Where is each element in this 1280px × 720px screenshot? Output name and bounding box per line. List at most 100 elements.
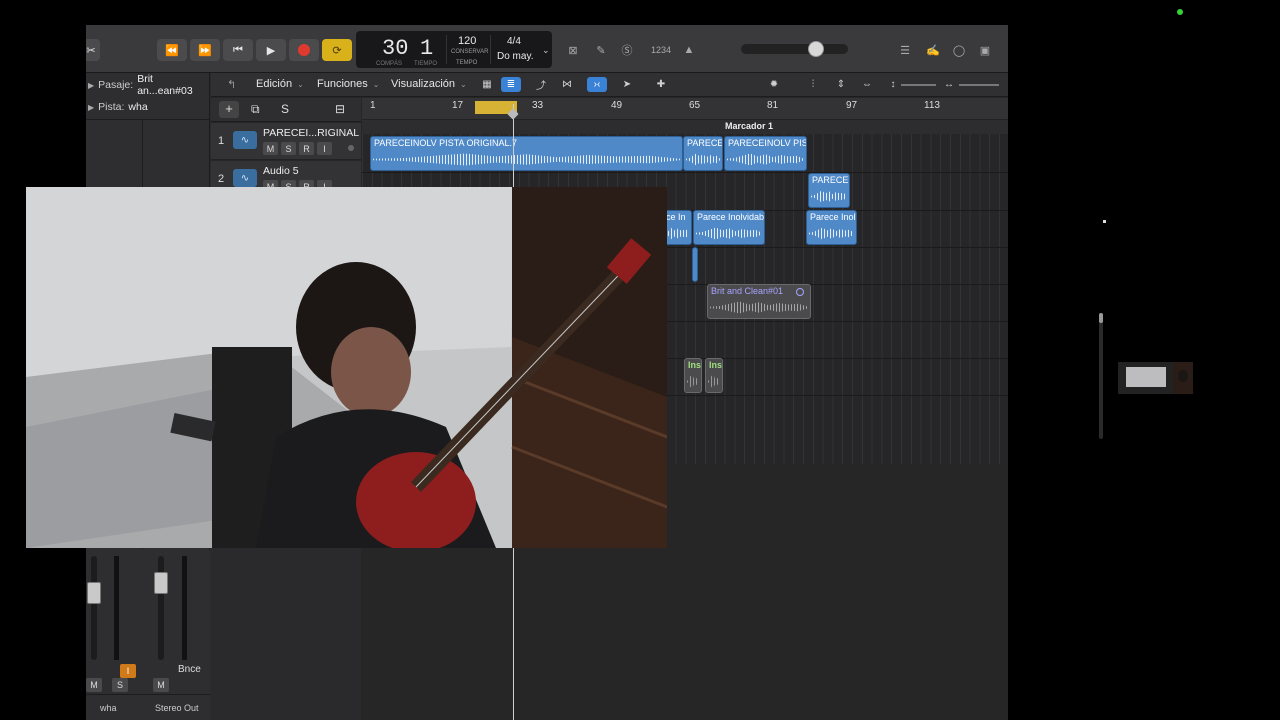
pencil-icon[interactable]: ✎	[590, 39, 612, 61]
duplicate-track-icon[interactable]: ⧉	[251, 101, 269, 118]
region-name: Parece Inolvidab	[697, 212, 765, 222]
audio-region[interactable]: PARECEINOLV PIST	[724, 136, 807, 171]
add-track-button[interactable]: +	[219, 101, 239, 118]
vertical-zoom-slider[interactable]	[901, 84, 936, 86]
fader-handle-stereo-out[interactable]	[154, 572, 168, 594]
bar-label: COMPÁS	[376, 61, 403, 67]
thumbnail-frame	[1178, 370, 1188, 382]
side-scrollbar-handle[interactable]	[1099, 313, 1103, 323]
solo-button-wha[interactable]: S	[112, 678, 128, 692]
audio-region[interactable]: PARECEINOLV PISTA ORIGINAL.7	[370, 136, 683, 171]
input-monitor-button[interactable]: I	[317, 142, 332, 155]
waveform	[727, 153, 804, 166]
vertical-zoom-icon[interactable]: ⇕	[831, 77, 851, 92]
region-name: Ins	[688, 360, 702, 370]
timeline-ruler[interactable]: 1 17 33 49 65 81 97 113	[362, 98, 1008, 120]
back-arrow-icon[interactable]: ↰	[227, 78, 236, 91]
track-header-1[interactable]: 1 ∿ PARECEI...RIGINAL M S R I	[211, 123, 361, 160]
chevron-down-icon[interactable]: ⌄	[542, 45, 550, 56]
lcd-display[interactable]: 30 1 COMPÁS TIEMPO 120 CONSERVAR TEMPO 4…	[356, 31, 552, 68]
side-scrollbar[interactable]	[1099, 313, 1103, 439]
marker-1[interactable]: Marcador 1	[725, 121, 773, 131]
vertical-resize-icon[interactable]: ↕	[883, 77, 903, 92]
menu-view[interactable]: Visualización ⌄	[391, 78, 467, 90]
audio-region[interactable]: Ins	[705, 358, 723, 393]
solo-button[interactable]: S	[281, 142, 296, 155]
horizontal-zoom-icon[interactable]: ⇔	[857, 77, 877, 92]
channel-strips: I Bnce M S M wha Stereo Out	[86, 550, 210, 720]
metronome-icon[interactable]: ▲	[678, 39, 700, 61]
track-value: wha	[128, 101, 148, 113]
level-meter	[114, 556, 119, 660]
horizontal-resize-icon[interactable]: ↔	[939, 77, 959, 92]
waveform	[687, 375, 699, 388]
catch-playhead-icon[interactable]: ⊟	[335, 101, 353, 118]
notepad-icon[interactable]: ✍	[922, 39, 944, 61]
track-number: 1	[217, 135, 225, 147]
mute-button-stereo-out[interactable]: M	[153, 678, 169, 692]
track-name[interactable]: Audio 5	[263, 165, 299, 177]
menu-edit[interactable]: Edición ⌄	[256, 78, 304, 90]
region-name: PARECEINOLV PISTA ORIGINAL.7	[374, 138, 518, 148]
waveform-icon: ∿	[233, 131, 257, 149]
scissors-icon[interactable]: ✂	[86, 39, 100, 61]
pointer-tool-icon[interactable]: ➤	[617, 77, 637, 92]
rewind-button[interactable]: ⏪	[157, 39, 187, 61]
mute-button[interactable]: M	[263, 142, 278, 155]
grid-view-icon[interactable]: ▦	[477, 77, 497, 92]
waveform	[373, 153, 680, 166]
record-button[interactable]	[289, 39, 319, 61]
input-monitor-button[interactable]: I	[120, 664, 136, 678]
fader-handle-wha[interactable]	[87, 582, 101, 604]
list-icon[interactable]: ☰	[894, 39, 916, 61]
time-signature: 4/4	[507, 36, 521, 47]
tracks-toolbar: ↰ Edición ⌄ Funciones ⌄ Visualización ⌄ ▦ ≣…	[211, 73, 1008, 97]
inspector-track-row[interactable]: ▶ Pista: wha	[86, 97, 210, 117]
horizontal-zoom-slider[interactable]	[959, 84, 999, 86]
menu-functions[interactable]: Funciones ⌄	[317, 78, 379, 90]
master-volume-slider[interactable]	[741, 44, 848, 54]
solo-icon[interactable]: Ⓢ	[616, 39, 638, 61]
loop-browser-icon[interactable]: ◯	[948, 39, 970, 61]
audio-region[interactable]: Ins	[684, 358, 702, 393]
track-name[interactable]: PARECEI...RIGINAL	[263, 127, 359, 139]
key-signature: Do may.	[497, 51, 534, 62]
audio-region[interactable]: Parece Inol	[806, 210, 857, 245]
disclosure-triangle-icon: ▶	[88, 102, 95, 112]
play-button[interactable]: ▶	[256, 39, 286, 61]
count-in-button[interactable]: 1234	[648, 39, 674, 61]
library-icon[interactable]: ▣	[974, 39, 996, 61]
go-to-start-button[interactable]: ⏮	[223, 39, 253, 61]
audio-region[interactable]: PARECEI	[683, 136, 723, 171]
list-view-icon[interactable]: ≣	[501, 77, 521, 92]
region-name: ce In	[666, 212, 686, 222]
region-name: PARECEI	[812, 175, 850, 185]
tuner-icon[interactable]: ⊠	[562, 39, 584, 61]
bounce-button[interactable]: Bnce	[178, 664, 201, 675]
cycle-button[interactable]: ⟳	[322, 39, 352, 61]
video-thumbnail[interactable]	[1118, 362, 1193, 394]
audio-region[interactable]: Brit and Clean#01	[707, 284, 811, 319]
track-buttons: M S R I	[263, 142, 332, 155]
bar-readout: 30	[382, 36, 409, 61]
inspector-region-row[interactable]: ▶ Pasaje: Brit an...ean#03	[86, 73, 210, 97]
global-solo-button[interactable]: S	[281, 101, 299, 118]
audio-region[interactable]	[692, 247, 698, 282]
waveform	[809, 227, 854, 240]
waveform-zoom-icon[interactable]: ⫶	[803, 77, 823, 92]
master-volume-knob[interactable]	[808, 41, 824, 57]
gear-icon[interactable]: ✹	[764, 77, 784, 92]
region-value: Brit an...ean#03	[137, 73, 193, 97]
divider	[86, 119, 210, 120]
audio-region[interactable]: PARECEI	[808, 173, 850, 208]
mute-button-wha[interactable]: M	[86, 678, 102, 692]
forward-button[interactable]: ⏩	[190, 39, 220, 61]
disclosure-triangle-icon: ▶	[88, 80, 95, 90]
region-name: Ins	[709, 360, 723, 370]
flex-icon[interactable]: ⋈	[557, 77, 577, 92]
secondary-tool-icon[interactable]: ✚	[651, 77, 671, 92]
automation-icon[interactable]: ⤴	[531, 77, 551, 92]
record-enable-button[interactable]: R	[299, 142, 314, 155]
audio-region[interactable]: Parece Inolvidab	[693, 210, 765, 245]
snap-icon[interactable]: ›‹	[587, 77, 607, 92]
